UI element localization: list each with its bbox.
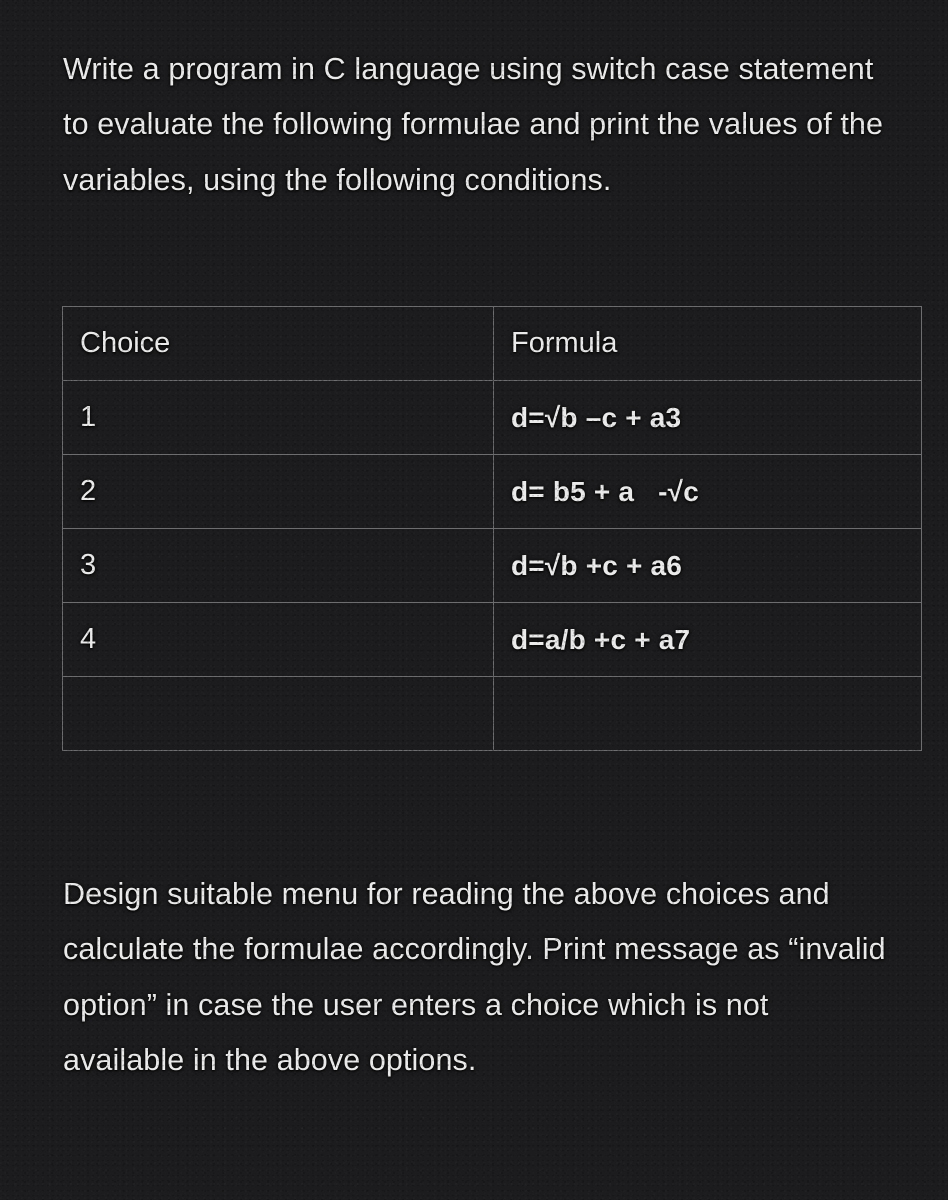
formula-value: d=√b +c + a6: [493, 528, 922, 603]
column-header-formula: Formula: [493, 306, 922, 381]
table-row: 2 d= b5 + a -√c: [62, 454, 922, 529]
formula-value: d= b5 + a -√c: [493, 454, 922, 529]
formula-value: d=a/b +c + a7: [493, 602, 922, 677]
closing-paragraph: Design suitable menu for reading the abo…: [63, 876, 895, 1078]
table-row-empty: [62, 676, 922, 751]
table-body: Choice Formula 1 d=√b –c + a3 2 d= b5 + …: [62, 306, 922, 751]
table-row: 1 d=√b –c + a3: [62, 380, 922, 455]
choice-value: 3: [62, 528, 494, 603]
choice-value: 1: [62, 380, 494, 455]
formula-table: Choice Formula 1 d=√b –c + a3 2 d= b5 + …: [62, 306, 922, 751]
table-row: 3 d=√b +c + a6: [62, 528, 922, 603]
formula-value: [493, 676, 922, 751]
choice-value: 2: [62, 454, 494, 529]
formula-value: d=√b –c + a3: [493, 380, 922, 455]
table-header-row: Choice Formula: [62, 306, 922, 381]
choice-value: [62, 676, 494, 751]
table-row: 4 d=a/b +c + a7: [62, 602, 922, 677]
intro-paragraph: Write a program in C language using swit…: [63, 51, 892, 197]
column-header-choice: Choice: [62, 306, 494, 381]
choice-value: 4: [62, 602, 494, 677]
